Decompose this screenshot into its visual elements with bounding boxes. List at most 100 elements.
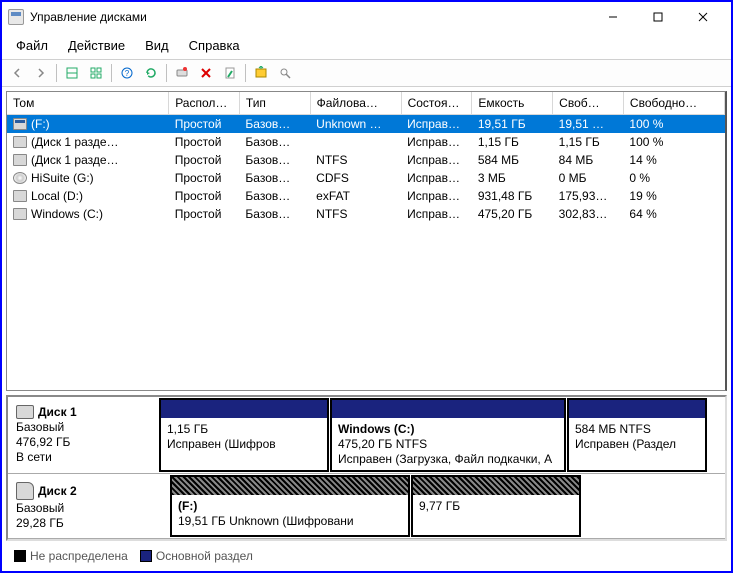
partition-title: (F:) [178, 499, 402, 513]
partition-body: (F:)19,51 ГБ Unknown (Шифровани [172, 495, 408, 532]
view-list-button[interactable] [61, 62, 83, 84]
volume-list-pane[interactable]: Том Распол… Тип Файлова… Состоя… Емкость… [6, 91, 727, 391]
toolbar: ? [2, 59, 731, 87]
volume-name: (Диск 1 разде… [31, 135, 119, 149]
col-filesystem[interactable]: Файлова… [310, 92, 401, 115]
volume-pct: 100 % [623, 133, 724, 151]
legend-primary: Основной раздел [140, 549, 253, 563]
window-title: Управление дисками [30, 10, 590, 24]
volume-state: Исправ… [401, 169, 472, 187]
volume-pct: 19 % [623, 187, 724, 205]
volume-layout: Простой [169, 151, 240, 169]
action2-button[interactable] [274, 62, 296, 84]
volume-icon [13, 172, 27, 184]
partition[interactable]: 9,77 ГБ [411, 475, 581, 537]
partition-line2: 9,77 ГБ [419, 499, 573, 513]
disk-size: 476,92 ГБ [16, 435, 150, 449]
partition[interactable]: Windows (C:)475,20 ГБ NTFSИсправен (Загр… [330, 398, 566, 472]
help-button[interactable]: ? [116, 62, 138, 84]
col-free[interactable]: Своб… [553, 92, 624, 115]
volume-row[interactable]: HiSuite (G:)ПростойБазов…CDFSИсправ…3 МБ… [7, 169, 725, 187]
menu-action[interactable]: Действие [62, 36, 131, 55]
toolbar-separator [245, 64, 246, 82]
volume-fs: CDFS [310, 169, 401, 187]
toolbar-separator [56, 64, 57, 82]
volume-type: Базов… [239, 115, 310, 134]
titlebar: Управление дисками [2, 2, 731, 32]
col-volume[interactable]: Том [7, 92, 169, 115]
legend-unalloc-label: Не распределена [30, 549, 128, 563]
volume-name: Windows (C:) [31, 207, 103, 221]
forward-button[interactable] [30, 62, 52, 84]
volume-capacity: 475,20 ГБ [472, 205, 553, 223]
action1-button[interactable] [250, 62, 272, 84]
disk-type: Базовый [16, 501, 150, 515]
partition-body: 584 МБ NTFSИсправен (Раздел [569, 418, 705, 455]
disk-management-window: Управление дисками Файл Действие Вид Спр… [0, 0, 733, 573]
volume-name: (Диск 1 разде… [31, 153, 119, 167]
partition-line2: 19,51 ГБ Unknown (Шифровани [178, 514, 402, 528]
volume-pct: 0 % [623, 169, 724, 187]
menu-file[interactable]: Файл [10, 36, 54, 55]
partition-line2: 1,15 ГБ [167, 422, 321, 436]
maximize-button[interactable] [635, 3, 680, 31]
volume-row[interactable]: (Диск 1 разде…ПростойБазов…Исправ…1,15 Г… [7, 133, 725, 151]
partition[interactable]: (F:)19,51 ГБ Unknown (Шифровани [170, 475, 410, 537]
volume-state: Исправ… [401, 151, 472, 169]
minimize-button[interactable] [590, 3, 635, 31]
disk-type: Базовый [16, 420, 150, 434]
svg-text:?: ? [125, 69, 130, 78]
close-button[interactable] [680, 3, 725, 31]
menu-help[interactable]: Справка [183, 36, 246, 55]
menubar: Файл Действие Вид Справка [2, 32, 731, 59]
volume-name: (F:) [31, 117, 50, 131]
toolbar-separator [166, 64, 167, 82]
rescan-button[interactable] [171, 62, 193, 84]
volume-pct: 14 % [623, 151, 724, 169]
disk-status: В сети [16, 450, 150, 464]
properties-button[interactable] [219, 62, 241, 84]
legend: Не распределена Основной раздел [6, 545, 727, 567]
partition-line3: Исправен (Загрузка, Файл подкачки, А [338, 452, 558, 466]
volume-capacity: 19,51 ГБ [472, 115, 553, 134]
volume-state: Исправ… [401, 187, 472, 205]
partition-line3: Исправен (Раздел [575, 437, 699, 451]
volume-free: 0 МБ [553, 169, 624, 187]
volume-state: Исправ… [401, 115, 472, 134]
legend-swatch-unalloc [14, 550, 26, 562]
volume-free: 175,93… [553, 187, 624, 205]
volume-name: Local (D:) [31, 189, 83, 203]
back-button[interactable] [6, 62, 28, 84]
volume-row[interactable]: (Диск 1 разде…ПростойБазов…NTFSИсправ…58… [7, 151, 725, 169]
partition[interactable]: 584 МБ NTFSИсправен (Раздел [567, 398, 707, 472]
col-state[interactable]: Состоя… [401, 92, 472, 115]
view-grid-button[interactable] [85, 62, 107, 84]
volume-layout: Простой [169, 115, 240, 134]
delete-button[interactable] [195, 62, 217, 84]
disk-diagram-pane[interactable]: Диск 1Базовый476,92 ГБВ сети1,15 ГБИспра… [6, 395, 727, 541]
window-controls [590, 3, 725, 31]
volume-row[interactable]: Windows (C:)ПростойБазов…NTFSИсправ…475,… [7, 205, 725, 223]
volume-icon [13, 208, 27, 220]
volume-row[interactable]: Local (D:)ПростойБазов…exFATИсправ…931,4… [7, 187, 725, 205]
volume-table: Том Распол… Тип Файлова… Состоя… Емкость… [7, 92, 725, 223]
partition[interactable]: 1,15 ГБИсправен (Шифров [159, 398, 329, 472]
volume-layout: Простой [169, 169, 240, 187]
menu-view[interactable]: Вид [139, 36, 175, 55]
refresh-button[interactable] [140, 62, 162, 84]
col-freepct[interactable]: Свободно… [623, 92, 724, 115]
volume-type: Базов… [239, 205, 310, 223]
disk-partitions: 1,15 ГБИсправен (ШифровWindows (C:)475,2… [158, 397, 725, 473]
volume-icon [13, 154, 27, 166]
volume-row[interactable]: (F:)ПростойБазов…Unknown …Исправ…19,51 Г… [7, 115, 725, 134]
col-type[interactable]: Тип [239, 92, 310, 115]
unallocated-space[interactable] [159, 475, 169, 537]
partition-bar [569, 400, 705, 418]
volume-icon [13, 136, 27, 148]
col-capacity[interactable]: Емкость [472, 92, 553, 115]
partition-bar [332, 400, 564, 418]
disk-name: Диск 1 [38, 405, 77, 419]
col-layout[interactable]: Распол… [169, 92, 240, 115]
disk-row: Диск 1Базовый476,92 ГБВ сети1,15 ГБИспра… [8, 397, 725, 474]
volume-free: 1,15 ГБ [553, 133, 624, 151]
